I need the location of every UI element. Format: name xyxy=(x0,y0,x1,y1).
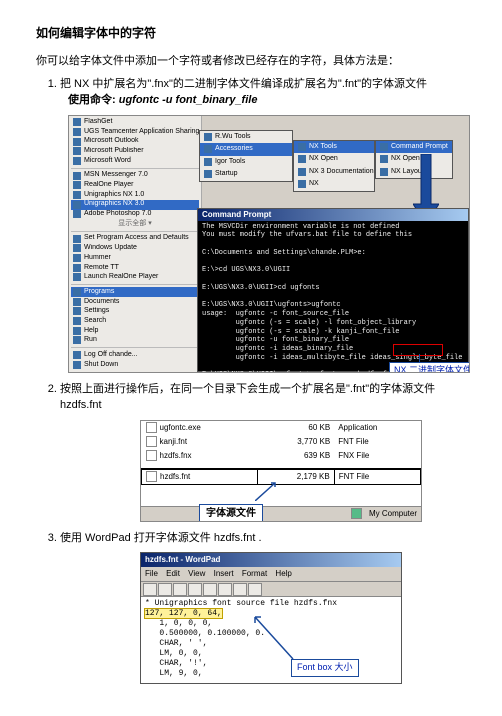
submenu-item[interactable]: R.Wu Tools xyxy=(200,131,292,144)
step-1: 把 NX 中扩展名为".fnx"的二进制字体文件编译成扩展名为".fnt"的字体… xyxy=(60,76,466,373)
file-list-table[interactable]: ugfontc.exe 60 KB Application kanji.fnt … xyxy=(141,421,421,485)
startmenu-item[interactable]: Microsoft Outlook xyxy=(71,137,199,147)
submenu-accessories[interactable]: NX Tools NX Open NX 3 Documentation NX xyxy=(293,140,375,192)
screenshot-start-cmd: FlashGet UGS Teamcenter Application Shar… xyxy=(68,115,470,373)
toolbar-btn[interactable] xyxy=(218,583,232,596)
submenu-item[interactable]: Command Prompt xyxy=(376,141,452,154)
cmd-titlebar[interactable]: Command Prompt xyxy=(198,209,468,221)
toolbar-btn[interactable] xyxy=(143,583,157,596)
startmenu-item[interactable]: Unigraphics NX 3.0 xyxy=(71,200,199,210)
intro-text: 你可以给字体文件中添加一个字符或者修改已经存在的字符，具体方法是： xyxy=(36,53,466,70)
programs-icon xyxy=(73,288,81,296)
startmenu-item[interactable]: Adobe Photoshop 7.0 xyxy=(71,210,199,220)
startmenu-item[interactable]: Unigraphics NX 1.0 xyxy=(71,190,199,200)
startmenu-item[interactable]: Hummer xyxy=(71,253,199,263)
startmenu-item[interactable]: FlashGet xyxy=(71,118,199,128)
wordpad-titlebar[interactable]: hzdfs.fnt - WordPad xyxy=(141,553,401,567)
step-3: 使用 WordPad 打开字体源文件 hzdfs.fnt . hzdfs.fnt… xyxy=(60,530,466,685)
submenu-item[interactable]: NX 3 Documentation xyxy=(294,166,374,179)
startmenu-item[interactable]: Microsoft Word xyxy=(71,156,199,166)
startmenu-logoff[interactable]: Log Off chande... xyxy=(71,350,199,360)
submenu-item[interactable]: NX xyxy=(294,178,374,191)
submenu-item[interactable]: NX Tools xyxy=(294,141,374,154)
start-menu[interactable]: FlashGet UGS Teamcenter Application Shar… xyxy=(69,116,202,372)
startmenu-item[interactable]: UGS Teamcenter Application Sharing xyxy=(71,127,199,137)
startmenu-item[interactable]: Microsoft Publisher xyxy=(71,147,199,157)
step-2: 按照上面进行操作后，在同一个目录下会生成一个扩展名是".fnt"的字体源文件 h… xyxy=(60,381,466,522)
step3-text: 使用 WordPad 打开字体源文件 hzdfs.fnt . xyxy=(60,532,262,544)
file-icon xyxy=(146,422,157,433)
callout-nx-binary: NX 二进制字体文件 xyxy=(389,362,470,373)
toolbar-btn[interactable] xyxy=(203,583,217,596)
menu-edit[interactable]: Edit xyxy=(166,569,180,578)
startmenu-item[interactable]: Launch RealOne Player xyxy=(71,273,199,283)
highlighted-line: 127, 127, 0, 64, xyxy=(145,609,222,618)
submenu-item[interactable]: Accessories xyxy=(200,143,292,156)
startmenu-run[interactable]: Run xyxy=(71,336,199,346)
callout-fontbox: Font box 大小 xyxy=(291,659,359,677)
toolbar-btn[interactable] xyxy=(173,583,187,596)
submenu-item[interactable]: Startup xyxy=(200,168,292,181)
startmenu-item[interactable]: Set Program Access and Defaults xyxy=(71,234,199,244)
toolbar-btn[interactable] xyxy=(188,583,202,596)
submenu-programs[interactable]: R.Wu Tools Accessories Igor Tools Startu… xyxy=(199,130,293,182)
toolbar-btn[interactable] xyxy=(233,583,247,596)
startmenu-documents[interactable]: Documents xyxy=(71,297,199,307)
arrow-icon xyxy=(253,615,297,663)
toolbar-btn[interactable] xyxy=(158,583,172,596)
menu-help[interactable]: Help xyxy=(275,569,291,578)
menu-view[interactable]: View xyxy=(188,569,205,578)
startmenu-help[interactable]: Help xyxy=(71,326,199,336)
highlight-box xyxy=(393,344,443,356)
submenu-item[interactable]: Igor Tools xyxy=(200,156,292,169)
arrow-icon xyxy=(255,481,285,501)
step1-cmd-label: 使用命令: xyxy=(68,94,119,106)
menu-file[interactable]: File xyxy=(145,569,158,578)
startmenu-collapse[interactable]: 显示全部 ▾ xyxy=(71,219,199,229)
startmenu-item[interactable]: Windows Update xyxy=(71,244,199,254)
step2-text: 按照上面进行操作后，在同一个目录下会生成一个扩展名是".fnt"的字体源文件 h… xyxy=(60,383,435,412)
screenshot-wordpad: hzdfs.fnt - WordPad File Edit View Inser… xyxy=(140,552,402,684)
explorer-statusbar: My Computer xyxy=(141,506,421,521)
startmenu-programs[interactable]: Programs xyxy=(71,287,199,297)
callout-source-file: 字体源文件 xyxy=(199,504,263,522)
step1-cmd: ugfontc -u font_binary_file xyxy=(119,94,258,106)
computer-icon xyxy=(351,508,362,519)
screenshot-filelist: ugfontc.exe 60 KB Application kanji.fnt … xyxy=(140,420,422,522)
wordpad-toolbar[interactable] xyxy=(141,582,401,597)
table-row[interactable]: ugfontc.exe 60 KB Application xyxy=(142,421,421,435)
file-icon xyxy=(146,436,157,447)
table-row[interactable]: kanji.fnt 3,770 KB FNT File xyxy=(142,435,421,449)
startmenu-shutdown[interactable]: Shut Down xyxy=(71,360,199,370)
startmenu-item[interactable]: Remote TT xyxy=(71,263,199,273)
startmenu-item[interactable]: MSN Messenger 7.0 xyxy=(71,171,199,181)
toolbar-btn[interactable] xyxy=(248,583,262,596)
startmenu-item[interactable]: RealOne Player xyxy=(71,181,199,191)
startmenu-search[interactable]: Search xyxy=(71,316,199,326)
table-row[interactable]: hzdfs.fnx 639 KB FNX File xyxy=(142,449,421,463)
menu-insert[interactable]: Insert xyxy=(214,569,234,578)
file-icon xyxy=(146,471,157,482)
file-icon xyxy=(146,450,157,461)
page-title: 如何编辑字体中的字符 xyxy=(36,24,466,41)
startmenu-settings[interactable]: Settings xyxy=(71,307,199,317)
step1-text: 把 NX 中扩展名为".fnx"的二进制字体文件编译成扩展名为".fnt"的字体… xyxy=(60,78,427,90)
menu-format[interactable]: Format xyxy=(242,569,267,578)
submenu-item[interactable]: NX Open xyxy=(294,153,374,166)
callout-connector xyxy=(419,354,420,362)
wordpad-menubar[interactable]: File Edit View Insert Format Help xyxy=(141,567,401,582)
